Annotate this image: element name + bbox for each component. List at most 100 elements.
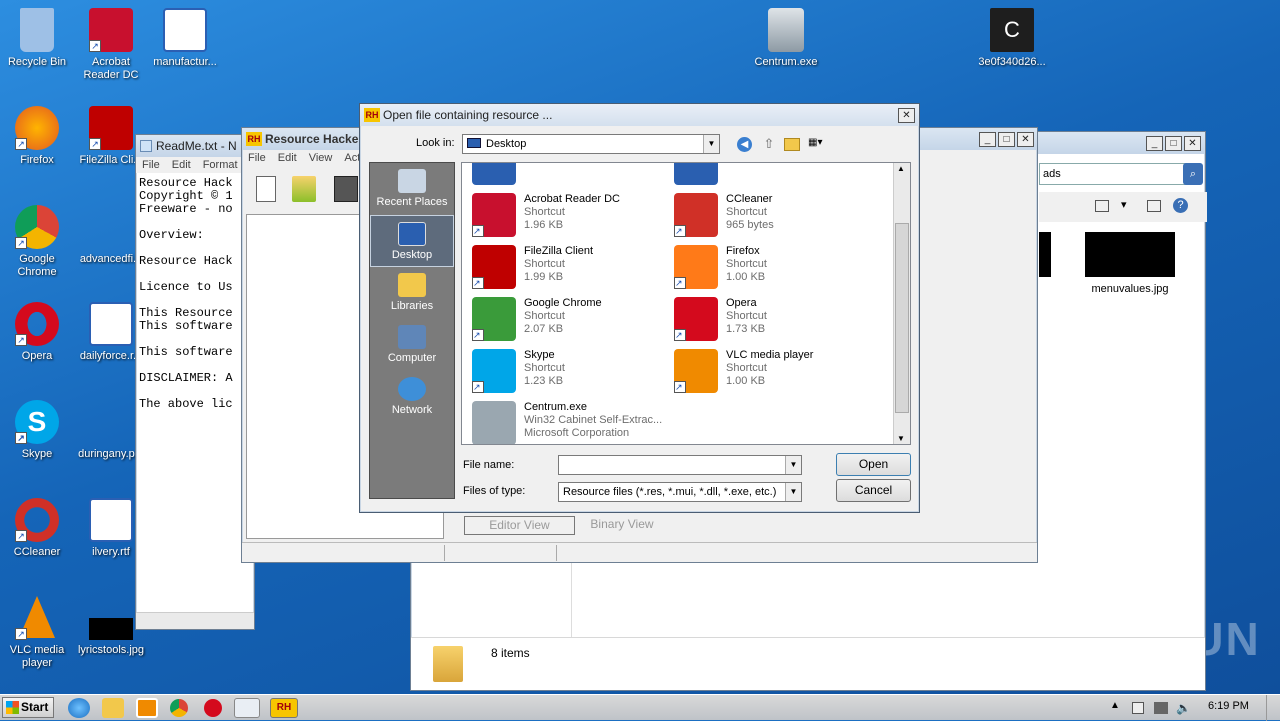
desktop-icon-recycle-bin[interactable]: Recycle Bin — [0, 8, 74, 69]
open-button[interactable]: Open — [836, 453, 911, 476]
notepad-titlebar[interactable]: ReadMe.txt - N — [136, 135, 254, 157]
dialog-titlebar[interactable]: RH Open file containing resource ... ✕ — [360, 104, 919, 126]
close-button[interactable]: ✕ — [1184, 135, 1201, 151]
media-player-icon[interactable] — [136, 698, 158, 718]
place-libraries[interactable]: Libraries — [370, 267, 454, 319]
scroll-down-icon[interactable]: ▼ — [897, 434, 905, 443]
new-folder-icon[interactable] — [784, 138, 800, 151]
scroll-up-icon[interactable]: ▲ — [897, 164, 905, 173]
notepad-taskbar-button[interactable] — [234, 698, 260, 718]
chevron-down-icon[interactable]: ▾ — [1121, 198, 1127, 211]
file-item[interactable]: ↗ FileZilla Client Shortcut 1.99 KB — [466, 243, 666, 293]
opera-taskbar-icon[interactable] — [204, 699, 222, 717]
desktop-icon-opera[interactable]: ↗ Opera — [0, 302, 74, 363]
notepad-text-area[interactable]: Resource Hack Copyright © 1 Freeware - no O… — [136, 173, 254, 603]
notepad-line: This software — [139, 345, 233, 359]
menu-edit[interactable]: Edit — [278, 152, 297, 164]
search-icon[interactable]: ⌕ — [1183, 163, 1203, 185]
file-item[interactable]: ↗ Google Chrome Shortcut 2.07 KB — [466, 295, 666, 345]
view-icon[interactable] — [1095, 200, 1109, 212]
tab-editor-view[interactable]: Editor View — [464, 516, 575, 535]
minimize-button[interactable]: _ — [1146, 135, 1163, 151]
save-icon[interactable] — [334, 176, 358, 202]
look-in-select[interactable]: Desktop ▼ — [462, 134, 720, 154]
file-item[interactable]: ↗ VLC media player Shortcut 1.00 KB — [668, 347, 868, 397]
scrollbar-thumb[interactable] — [895, 223, 909, 413]
desktop-icon-skype[interactable]: S ↗ Skype — [0, 400, 74, 461]
view-menu-icon[interactable]: ▦▾ — [808, 137, 830, 151]
notepad-hscroll[interactable] — [136, 612, 254, 629]
file-item[interactable]: Centrum.exe Win32 Cabinet Self-Extrac... M… — [466, 399, 666, 444]
file-item[interactable]: ↗ Acrobat Reader DC Shortcut 1.96 KB — [466, 191, 666, 241]
network-tray-icon[interactable] — [1154, 702, 1168, 714]
open-file-icon[interactable] — [292, 176, 316, 202]
look-in-value: Desktop — [486, 138, 527, 150]
thumbnail-left[interactable] — [1039, 232, 1051, 277]
close-button[interactable]: ✕ — [1017, 131, 1034, 147]
chevron-down-icon[interactable]: ▼ — [703, 135, 719, 153]
resource-hacker-taskbar-button[interactable]: RH — [270, 698, 298, 718]
desktop-icon-acrobat[interactable]: ↗ Acrobat Reader DC — [74, 8, 148, 82]
file-item[interactable]: System Folder — [466, 163, 666, 189]
place-network[interactable]: Network — [370, 371, 454, 423]
place-desktop[interactable]: Desktop — [370, 215, 454, 267]
desktop-icon-centrum[interactable]: Centrum.exe — [749, 8, 823, 69]
chevron-down-icon[interactable]: ▼ — [785, 483, 801, 501]
maximize-button[interactable]: □ — [1165, 135, 1182, 151]
file-type-select[interactable]: Resource files (*.res, *.mui, *.dll, *.e… — [558, 482, 802, 502]
file-name: Opera — [726, 297, 757, 309]
back-icon[interactable]: ◀ — [737, 137, 752, 152]
new-file-icon[interactable] — [256, 176, 276, 202]
preview-pane-icon[interactable] — [1147, 200, 1161, 212]
open-file-dialog[interactable]: RH Open file containing resource ... ✕ L… — [359, 103, 920, 513]
desktop-icon-chrome[interactable]: ↗ Google Chrome — [0, 205, 74, 279]
chevron-up-icon[interactable]: ▲ — [1110, 700, 1120, 711]
file-icon — [674, 163, 718, 185]
menu-action[interactable]: Act — [344, 152, 360, 164]
file-item[interactable]: ↗ CCleaner Shortcut 965 bytes — [668, 191, 868, 241]
menu-format[interactable]: Format — [203, 159, 238, 171]
file-list-scrollbar[interactable]: ▲ ▼ — [893, 163, 910, 444]
menu-edit[interactable]: Edit — [172, 159, 191, 171]
file-type: Shortcut — [524, 310, 565, 322]
maximize-button[interactable]: □ — [998, 131, 1015, 147]
help-icon[interactable]: ? — [1173, 198, 1188, 213]
tab-binary-view[interactable]: Binary View — [582, 516, 662, 535]
close-button[interactable]: ✕ — [898, 107, 915, 123]
desktop-icon-manufactur[interactable]: manufactur... — [148, 8, 222, 69]
file-icon — [472, 401, 516, 444]
notepad-window[interactable]: ReadMe.txt - N File Edit Format Resource… — [135, 134, 255, 630]
chrome-taskbar-icon[interactable] — [170, 699, 188, 717]
desktop-icon-3e0f340d26[interactable]: C 3e0f340d26... — [975, 8, 1049, 69]
file-item[interactable]: System Folder — [668, 163, 868, 189]
volume-icon[interactable]: 🔈 — [1176, 701, 1191, 715]
desktop-icon-vlc[interactable]: ↗ VLC media player — [0, 596, 74, 670]
file-list[interactable]: Centrum.exe Win32 Cabinet Self-Extrac... M… — [461, 162, 911, 445]
minimize-button[interactable]: _ — [979, 131, 996, 147]
desktop-icon-firefox[interactable]: ↗ Firefox — [0, 106, 74, 167]
file-name: Firefox — [726, 245, 760, 257]
explorer-taskbar-icon[interactable] — [102, 698, 124, 718]
cancel-button[interactable]: Cancel — [836, 479, 911, 502]
up-folder-icon[interactable]: ⇧ — [761, 136, 777, 152]
desktop-icon-ccleaner[interactable]: ↗ CCleaner — [0, 498, 74, 559]
show-desktop-button[interactable] — [1266, 695, 1280, 721]
file-name: CCleaner — [726, 193, 773, 205]
start-button[interactable]: Start — [2, 697, 54, 718]
menu-file[interactable]: File — [142, 159, 160, 171]
thumbnail-menuvalues[interactable] — [1085, 232, 1175, 277]
resource-hacker-icon: RH — [364, 108, 380, 122]
ie-icon[interactable] — [68, 698, 90, 718]
place-computer[interactable]: Computer — [370, 319, 454, 371]
chevron-down-icon[interactable]: ▼ — [785, 456, 801, 474]
place-recent-places[interactable]: Recent Places — [370, 163, 454, 215]
file-item[interactable]: ↗ Skype Shortcut 1.23 KB — [466, 347, 666, 397]
file-name-input[interactable]: ▼ — [558, 455, 802, 475]
file-item[interactable]: ↗ Firefox Shortcut 1.00 KB — [668, 243, 868, 293]
file-item[interactable]: ↗ Opera Shortcut 1.73 KB — [668, 295, 868, 345]
search-input[interactable]: ads — [1039, 163, 1189, 185]
file-size: Microsoft Corporation — [524, 427, 630, 439]
flag-icon[interactable] — [1132, 702, 1144, 714]
menu-file[interactable]: File — [248, 152, 266, 164]
menu-view[interactable]: View — [309, 152, 333, 164]
